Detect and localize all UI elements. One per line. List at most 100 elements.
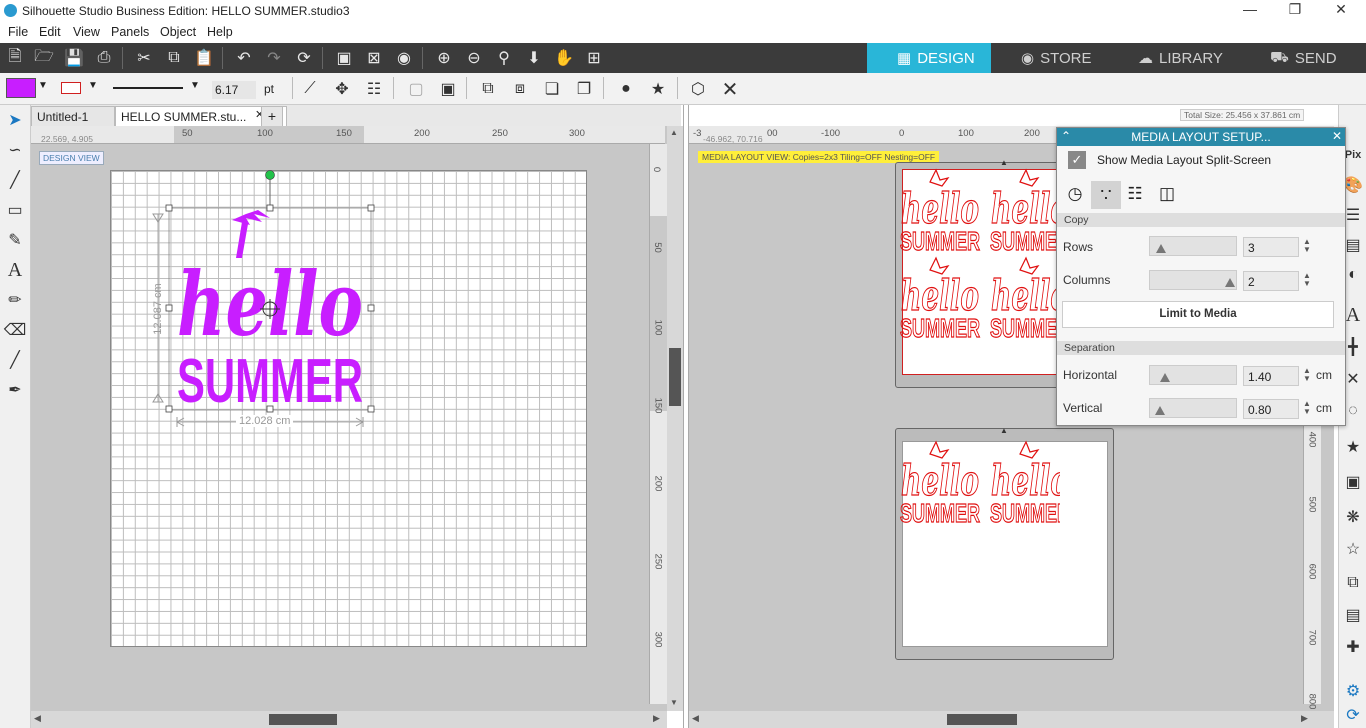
eyedropper-icon[interactable]: ✒ <box>3 378 27 402</box>
save-icon[interactable]: 💾 <box>62 47 86 69</box>
columns-spinner[interactable]: ▲ ▼ <box>1303 272 1311 288</box>
hatch-icon[interactable]: ▤ <box>1341 603 1365 627</box>
send-back-icon[interactable]: ⧈ <box>508 78 532 100</box>
weld-icon[interactable]: ● <box>614 78 638 100</box>
limit-to-media-button[interactable]: Limit to Media <box>1062 301 1334 328</box>
pencil-icon[interactable]: ✎ <box>3 228 27 252</box>
columns-input[interactable]: 2 <box>1243 271 1299 291</box>
columns-slider[interactable] <box>1149 270 1237 290</box>
settings-gear-icon[interactable]: ⚙ <box>1341 679 1365 703</box>
new-file-icon[interactable]: 🗎 <box>3 47 27 69</box>
ungroup-icon[interactable]: ▣ <box>436 78 460 100</box>
paste-icon[interactable]: 📋 <box>192 47 216 69</box>
group-icon[interactable]: ▢ <box>404 78 428 100</box>
tab-library[interactable]: ☁ LIBRARY <box>1108 43 1238 73</box>
star-outline-icon[interactable]: ☆ <box>1341 537 1365 561</box>
fill-dropdown-icon[interactable]: ▼ <box>38 80 48 91</box>
tab-design[interactable]: ▦ DESIGN <box>867 43 991 73</box>
star-shape-icon[interactable]: ★ <box>646 78 670 100</box>
rows-slider[interactable] <box>1149 236 1237 256</box>
align-icon[interactable]: ☷ <box>362 78 386 100</box>
select-arrow-icon[interactable]: ➤ <box>3 108 27 132</box>
zoom-in-icon[interactable]: ⊕ <box>432 47 456 69</box>
roll-icon[interactable]: ☷ <box>1123 184 1147 208</box>
tile-icon[interactable]: ◫ <box>1155 184 1179 208</box>
silhouette-s-icon: ◉ <box>1021 50 1035 67</box>
select-all-icon[interactable]: ▣ <box>332 47 356 69</box>
copy-icon[interactable]: ⧉ <box>162 47 186 69</box>
copies-layout-icon[interactable]: ∵ <box>1091 181 1121 209</box>
line-style-selector[interactable] <box>113 87 183 89</box>
select-by-color-icon[interactable]: ◉ <box>392 47 416 69</box>
layers-icon[interactable]: ⧉ <box>1341 571 1365 595</box>
menu-object[interactable]: Object <box>160 25 196 39</box>
library-panel-icon[interactable]: ▣ <box>1341 470 1365 494</box>
menu-help[interactable]: Help <box>207 25 233 39</box>
print-icon[interactable]: ⎙ <box>92 47 116 69</box>
tab-store[interactable]: ◉ STORE <box>991 43 1111 73</box>
vertical-spinner[interactable]: ▲ ▼ <box>1303 400 1311 416</box>
menu-edit[interactable]: Edit <box>39 25 61 39</box>
selected-design[interactable]: hello SUMMER <box>150 170 380 430</box>
fit-to-page-icon[interactable]: ⊞ <box>582 47 606 69</box>
horizontal-spinner[interactable]: ▲ ▼ <box>1303 367 1311 383</box>
open-folder-icon[interactable]: 🗁 <box>32 47 56 69</box>
tab-send[interactable]: ⛟ SEND <box>1240 43 1366 73</box>
tab-untitled[interactable]: Untitled-1 <box>31 106 115 126</box>
split-screen-checkbox[interactable]: ✓ <box>1068 151 1086 169</box>
rows-input[interactable]: 3 <box>1243 237 1299 257</box>
panel-close-icon[interactable]: ✕ <box>1332 129 1342 143</box>
knife-icon[interactable]: ╱ <box>3 348 27 372</box>
vertical-slider[interactable] <box>1149 398 1237 418</box>
add-tab-button[interactable]: + <box>261 106 283 126</box>
line-draw-icon[interactable]: ╱ <box>3 168 27 192</box>
trace-icon[interactable]: ✚ <box>1341 635 1365 659</box>
left-vertical-scrollbar[interactable]: ▲ ▼ <box>667 126 683 711</box>
minimize-button[interactable]: — <box>1235 1 1265 17</box>
3d-box-icon[interactable]: ⬡ <box>686 78 710 100</box>
deselect-icon[interactable]: ⊠ <box>362 47 386 69</box>
pan-down-icon[interactable]: ⬇ <box>522 47 546 69</box>
horizontal-input[interactable]: 1.40 <box>1243 366 1299 386</box>
line-width-input[interactable]: 6.17 <box>212 81 256 99</box>
menu-panels[interactable]: Panels <box>111 25 149 39</box>
rotate-handle[interactable] <box>265 170 275 180</box>
rows-spinner[interactable]: ▲ ▼ <box>1303 238 1311 254</box>
zoom-out-icon[interactable]: ⊖ <box>462 47 486 69</box>
bring-forward-icon[interactable]: ❏ <box>540 78 564 100</box>
move-icon[interactable]: ✥ <box>330 78 354 100</box>
fill-color-swatch[interactable] <box>6 78 36 98</box>
tab-send-label: SEND <box>1294 49 1337 67</box>
left-horizontal-scrollbar[interactable]: ◀ ▶ <box>31 711 667 728</box>
refresh-icon[interactable]: ⟳ <box>1341 703 1365 727</box>
bring-front-icon[interactable]: ⧉ <box>476 78 500 100</box>
hand-icon[interactable]: ✋ <box>552 47 576 69</box>
restore-button[interactable]: ❐ <box>1280 1 1310 18</box>
eraser-icon[interactable]: ⌫ <box>3 318 27 342</box>
line-dropdown-icon[interactable]: ▼ <box>88 80 98 91</box>
draw-sketch-icon[interactable]: ✏ <box>3 288 27 312</box>
line-color-swatch[interactable] <box>61 82 81 94</box>
vertical-input[interactable]: 0.80 <box>1243 399 1299 419</box>
text-tool-icon[interactable]: A <box>3 258 27 282</box>
menu-file[interactable]: File <box>8 25 28 39</box>
send-backward-icon[interactable]: ❐ <box>572 78 596 100</box>
line-style-dropdown-icon[interactable]: ▼ <box>190 80 200 91</box>
collapse-icon[interactable]: ⌃ <box>1061 129 1071 143</box>
close-button[interactable]: ✕ <box>1326 1 1356 18</box>
favorite-star-icon[interactable]: ★ <box>1341 435 1365 459</box>
redraw-icon[interactable]: ⟳ <box>292 47 316 69</box>
page-layout-icon[interactable]: ◷ <box>1063 184 1087 208</box>
undo-icon[interactable]: ↶ <box>232 47 256 69</box>
horizontal-slider[interactable] <box>1149 365 1237 385</box>
rectangle-icon[interactable]: ▭ <box>3 198 27 222</box>
replicate-icon[interactable]: ❋ <box>1341 505 1365 529</box>
zoom-select-icon[interactable]: ⚲ <box>492 47 516 69</box>
redo-icon[interactable]: ↷ <box>262 47 286 69</box>
menu-view[interactable]: View <box>73 25 100 39</box>
cut-icon[interactable]: ✂ <box>132 47 156 69</box>
close-x-icon[interactable]: ✕ <box>718 78 742 101</box>
edit-points-icon[interactable]: ∽ <box>3 138 27 162</box>
line-tool-icon[interactable]: ⟋ <box>298 78 322 100</box>
right-horizontal-scrollbar[interactable]: ◀ ▶ <box>689 711 1334 728</box>
